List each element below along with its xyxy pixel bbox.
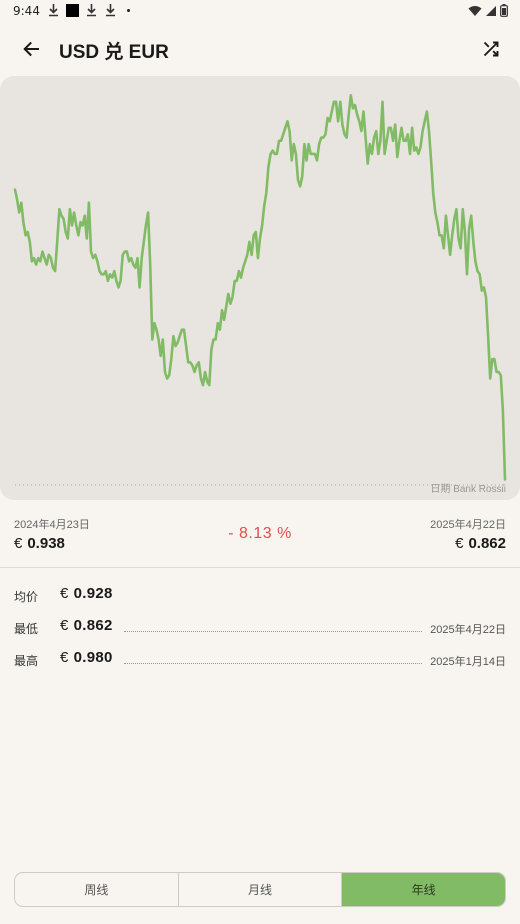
shuffle-button[interactable]: [478, 36, 504, 62]
chart-card: 日期 Bank Rossii: [0, 76, 520, 500]
maximum-label: 最高: [14, 654, 39, 668]
chart-source: 日期 Bank Rossii: [430, 484, 506, 495]
average-currency: €: [60, 585, 69, 602]
download-icon: [49, 4, 58, 17]
tab-month[interactable]: 月线: [177, 873, 342, 906]
minimum-currency: €: [60, 617, 69, 634]
average-number: 0.928: [73, 585, 113, 602]
end-rate: €0.862: [455, 535, 506, 552]
dotted-leader: [124, 663, 422, 664]
end-currency: €: [455, 535, 464, 552]
signal-icon: [486, 5, 496, 16]
minimum-value: €0.862: [60, 617, 113, 634]
status-bar: 9:44: [0, 0, 520, 22]
minimum-number: 0.862: [73, 617, 113, 634]
end-rate-value: 0.862: [468, 535, 506, 552]
shuffle-icon: [483, 41, 499, 57]
status-time: 9:44: [13, 4, 40, 18]
notification-icons: [47, 3, 130, 17]
arrow-left-icon: [23, 41, 39, 57]
stat-minimum: 最低 €0.862 2025年4月22日: [0, 616, 520, 638]
wifi-icon: [468, 5, 482, 16]
maximum-number: 0.980: [73, 649, 113, 666]
more-notifications-dot-icon: [127, 8, 130, 12]
maximum-currency: €: [60, 649, 69, 666]
maximum-date: 2025年1月14日: [430, 656, 506, 668]
minimum-label: 最低: [14, 622, 39, 636]
divider: [0, 567, 520, 568]
page-title: USD 兑 EUR: [59, 42, 169, 63]
rate-series-line: [13, 94, 507, 481]
range-summary: 2024年4月23日 €0.938 - 8.13 % 2025年4月22日 €0…: [0, 514, 520, 558]
tab-week[interactable]: 周线: [15, 873, 178, 906]
dotted-leader: [124, 631, 422, 632]
system-icons: [468, 4, 508, 17]
maximum-value: €0.980: [60, 649, 113, 666]
back-button[interactable]: [18, 36, 44, 62]
notification-square-icon: [66, 3, 79, 17]
period-selector: 周线 月线 年线: [14, 872, 506, 907]
stat-maximum: 最高 €0.980 2025年1月14日: [0, 648, 520, 670]
end-date: 2025年4月22日: [430, 519, 506, 531]
tab-year[interactable]: 年线: [341, 873, 505, 906]
app-bar: USD 兑 EUR: [0, 30, 520, 68]
average-label: 均价: [14, 590, 39, 604]
stat-average: 均价 €0.928: [0, 584, 520, 606]
minimum-date: 2025年4月22日: [430, 624, 506, 636]
download-icon: [106, 4, 115, 17]
average-value: €0.928: [60, 585, 113, 602]
battery-icon: [500, 4, 508, 17]
rate-line-chart[interactable]: [0, 76, 520, 500]
download-icon: [87, 4, 96, 17]
